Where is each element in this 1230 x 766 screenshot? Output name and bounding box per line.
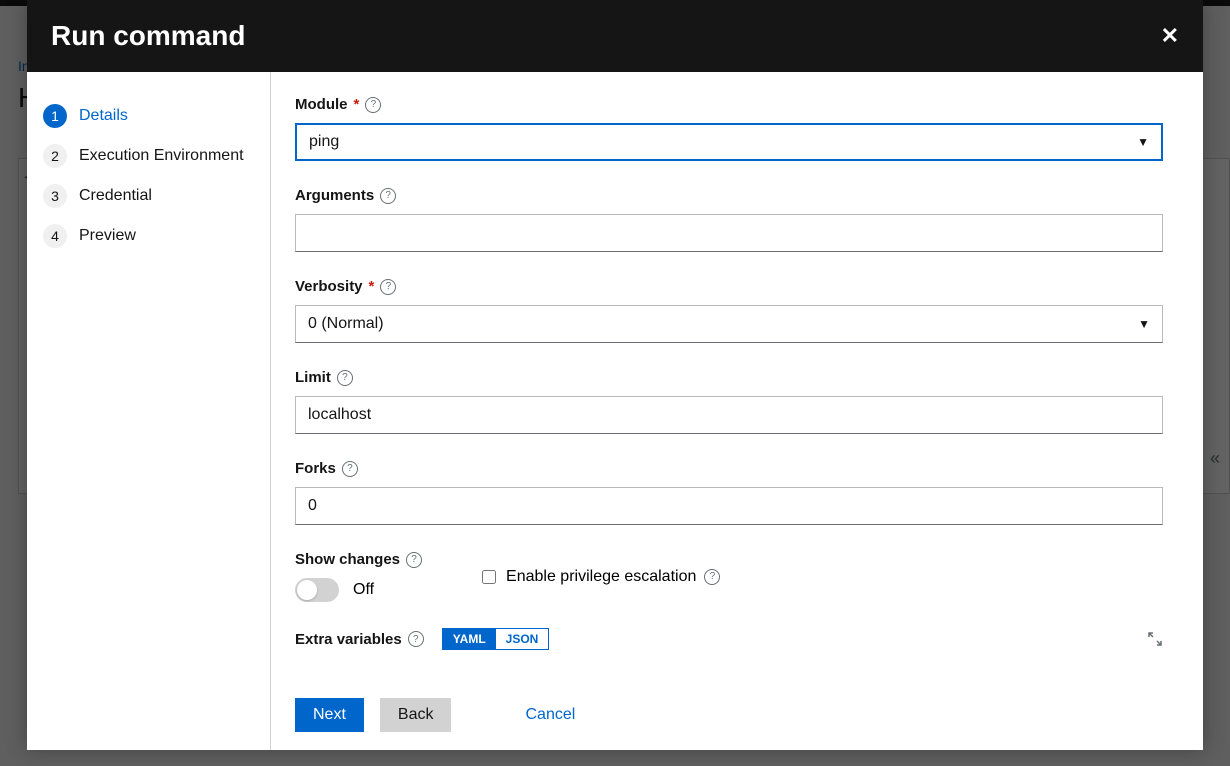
- step-number: 2: [43, 144, 67, 168]
- run-command-modal: Run command ✕ 1 Details 2 Execution Envi…: [27, 0, 1203, 750]
- help-icon[interactable]: ?: [704, 569, 720, 585]
- step-number: 1: [43, 104, 67, 128]
- module-label: Module: [295, 96, 348, 113]
- arguments-group: Arguments ?: [295, 187, 1163, 252]
- verbosity-select[interactable]: 0 (Normal) ▼: [295, 305, 1163, 343]
- form-scroll[interactable]: Module * ? ping ▼ Arguments ?: [271, 72, 1203, 680]
- extra-variables-header: Extra variables ? YAML JSON: [295, 628, 1163, 650]
- step-label: Preview: [79, 227, 136, 245]
- verbosity-group: Verbosity * ? 0 (Normal) ▼: [295, 278, 1163, 343]
- show-changes-label: Show changes: [295, 551, 400, 568]
- help-icon[interactable]: ?: [337, 370, 353, 386]
- extra-variables-group: Extra variables ? YAML JSON: [295, 628, 1163, 650]
- wizard-step-credential[interactable]: 3 Credential: [43, 176, 254, 216]
- toggle-knob: [297, 580, 317, 600]
- privilege-escalation-label-row: Enable privilege escalation ?: [506, 568, 720, 586]
- extra-variables-label-row: Extra variables ?: [295, 631, 424, 648]
- next-button[interactable]: Next: [295, 698, 364, 732]
- chevron-down-icon: ▼: [1138, 317, 1150, 331]
- help-icon[interactable]: ?: [365, 97, 381, 113]
- module-value: ping: [309, 133, 339, 151]
- show-changes-toggle[interactable]: [295, 578, 339, 602]
- modal-footer: Next Back Cancel: [271, 680, 1203, 750]
- toggle-state-text: Off: [353, 581, 374, 599]
- wizard-step-preview[interactable]: 4 Preview: [43, 216, 254, 256]
- arguments-label-row: Arguments ?: [295, 187, 1163, 204]
- back-button[interactable]: Back: [380, 698, 452, 732]
- step-label: Details: [79, 107, 128, 125]
- help-icon[interactable]: ?: [408, 631, 424, 647]
- wizard-step-execution-environment[interactable]: 2 Execution Environment: [43, 136, 254, 176]
- privilege-escalation-checkbox[interactable]: [482, 570, 496, 584]
- arguments-input[interactable]: [295, 214, 1163, 252]
- forks-group: Forks ?: [295, 460, 1163, 525]
- required-indicator: *: [354, 96, 360, 113]
- yaml-toggle[interactable]: YAML: [443, 629, 496, 649]
- help-icon[interactable]: ?: [406, 552, 422, 568]
- verbosity-value: 0 (Normal): [308, 315, 384, 333]
- format-toggle: YAML JSON: [442, 628, 550, 650]
- close-icon: ✕: [1161, 23, 1179, 48]
- modal-body: 1 Details 2 Execution Environment 3 Cred…: [27, 72, 1203, 750]
- module-label-row: Module * ?: [295, 96, 1163, 113]
- limit-input[interactable]: [295, 396, 1163, 434]
- limit-label: Limit: [295, 369, 331, 386]
- options-row: Show changes ? Off Enabl: [295, 551, 1163, 602]
- extra-variables-label: Extra variables: [295, 631, 402, 648]
- wizard-nav: 1 Details 2 Execution Environment 3 Cred…: [27, 72, 271, 750]
- privilege-escalation-group: Enable privilege escalation ?: [482, 551, 720, 602]
- step-label: Credential: [79, 187, 152, 205]
- required-indicator: *: [369, 278, 375, 295]
- modal-header: Run command ✕: [27, 0, 1203, 72]
- arguments-label: Arguments: [295, 187, 374, 204]
- cancel-button[interactable]: Cancel: [507, 698, 593, 732]
- form-area: Module * ? ping ▼ Arguments ?: [271, 72, 1203, 750]
- show-changes-group: Show changes ? Off: [295, 551, 422, 602]
- extra-variables-left: Extra variables ? YAML JSON: [295, 628, 549, 650]
- help-icon[interactable]: ?: [342, 461, 358, 477]
- limit-group: Limit ?: [295, 369, 1163, 434]
- forks-label-row: Forks ?: [295, 460, 1163, 477]
- chevron-down-icon: ▼: [1137, 135, 1149, 149]
- step-number: 3: [43, 184, 67, 208]
- verbosity-label-row: Verbosity * ?: [295, 278, 1163, 295]
- close-button[interactable]: ✕: [1161, 23, 1179, 49]
- privilege-escalation-label: Enable privilege escalation: [506, 568, 696, 586]
- module-select[interactable]: ping ▼: [295, 123, 1163, 161]
- forks-label: Forks: [295, 460, 336, 477]
- step-label: Execution Environment: [79, 147, 244, 165]
- forks-input[interactable]: [295, 487, 1163, 525]
- expand-icon[interactable]: [1147, 631, 1163, 647]
- modal-title: Run command: [51, 20, 245, 52]
- help-icon[interactable]: ?: [380, 188, 396, 204]
- show-changes-label-row: Show changes ?: [295, 551, 422, 568]
- show-changes-toggle-row: Off: [295, 578, 422, 602]
- module-group: Module * ? ping ▼: [295, 96, 1163, 161]
- step-number: 4: [43, 224, 67, 248]
- json-toggle[interactable]: JSON: [496, 629, 549, 649]
- help-icon[interactable]: ?: [380, 279, 396, 295]
- limit-label-row: Limit ?: [295, 369, 1163, 386]
- wizard-step-details[interactable]: 1 Details: [43, 96, 254, 136]
- verbosity-label: Verbosity: [295, 278, 363, 295]
